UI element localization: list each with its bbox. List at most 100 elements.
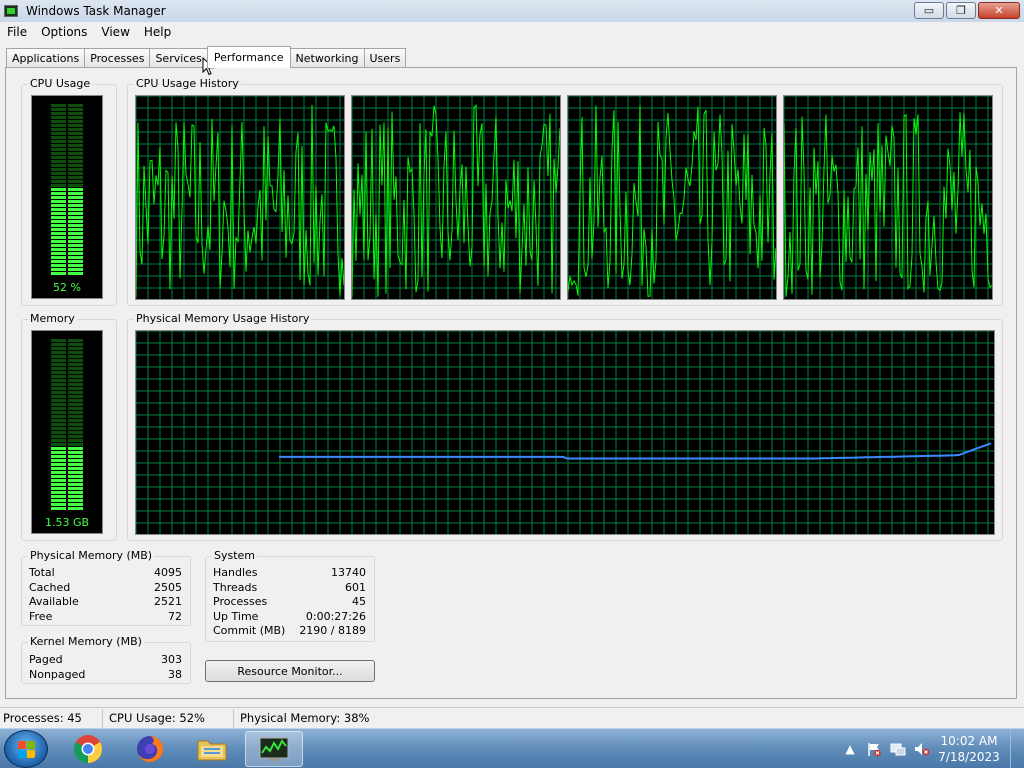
maximize-button[interactable]: ❐ — [946, 2, 976, 19]
status-physical-memory: Physical Memory: 38% — [240, 711, 370, 725]
stat-value: 0:00:27:26 — [305, 610, 366, 623]
task-manager-icon — [4, 5, 18, 17]
show-hidden-icons-icon[interactable]: ▲ — [842, 741, 858, 757]
cpu-history-group: CPU Usage History — [127, 78, 1003, 306]
stat-row-free: Free 72 — [29, 610, 182, 624]
cpu-usage-gauge: 52 % — [31, 95, 103, 299]
volume-muted-icon[interactable] — [914, 741, 930, 757]
stat-label: Processes — [213, 595, 268, 608]
stat-row-commit: Commit (MB) 2190 / 8189 — [213, 624, 366, 638]
clock-time: 10:02 AM — [940, 734, 998, 748]
windows-logo-icon — [18, 741, 36, 759]
stat-label: Commit (MB) — [213, 624, 286, 637]
physical-memory-title: Physical Memory (MB) — [28, 549, 155, 562]
performance-panel: CPU Usage 52 % CPU Usage History Memory … — [5, 67, 1017, 699]
stat-row-available: Available 2521 — [29, 595, 182, 609]
kernel-memory-title: Kernel Memory (MB) — [28, 635, 144, 648]
stat-value: 303 — [161, 653, 182, 666]
cpu-history-graph-core-3 — [567, 95, 777, 300]
stat-label: Free — [29, 610, 53, 623]
system-title: System — [212, 549, 258, 562]
stat-row-handles: Handles 13740 — [213, 566, 366, 580]
memory-title: Memory — [28, 312, 77, 325]
title-bar: Windows Task Manager ▭ ❐ ✕ — [0, 0, 1024, 22]
taskbar-chrome[interactable] — [59, 731, 117, 767]
taskbar-clock[interactable]: 10:02 AM 7/18/2023 — [934, 733, 1004, 765]
stat-label: Handles — [213, 566, 258, 579]
memory-gauge: 1.53 GB — [31, 330, 103, 534]
resource-monitor-button[interactable]: Resource Monitor... — [205, 660, 375, 682]
start-button[interactable] — [4, 730, 48, 768]
status-cpu-usage: CPU Usage: 52% — [103, 708, 234, 728]
stat-row-threads: Threads 601 — [213, 581, 366, 595]
system-tray: ▲ 10:02 AM 7/18/2023 — [838, 729, 1024, 768]
cpu-usage-title: CPU Usage — [28, 77, 93, 90]
stat-row-total: Total 4095 — [29, 566, 182, 580]
file-explorer-icon — [197, 740, 227, 761]
cpu-history-title: CPU Usage History — [134, 77, 241, 90]
stat-value: 13740 — [331, 566, 366, 579]
minimize-button[interactable]: ▭ — [914, 2, 944, 19]
memory-history-graph — [135, 330, 995, 535]
menu-help[interactable]: Help — [137, 25, 178, 39]
stat-label: Nonpaged — [29, 668, 86, 681]
stat-value: 4095 — [154, 566, 182, 579]
memory-history-group: Physical Memory Usage History — [127, 313, 1003, 541]
taskbar-file-explorer[interactable] — [183, 731, 241, 767]
stat-value: 2521 — [154, 595, 182, 608]
stat-value: 2190 / 8189 — [299, 624, 366, 637]
chrome-icon — [74, 735, 102, 763]
action-center-flag-icon[interactable] — [866, 741, 882, 757]
stat-value: 72 — [168, 610, 182, 623]
stat-row-cached: Cached 2505 — [29, 581, 182, 595]
cpu-usage-value: 52 % — [53, 281, 81, 294]
network-icon[interactable] — [890, 741, 906, 757]
firefox-icon — [137, 736, 163, 762]
tab-users[interactable]: Users — [363, 48, 407, 68]
stat-row-nonpaged: Nonpaged 38 — [29, 668, 182, 682]
tab-processes[interactable]: Processes — [84, 48, 151, 68]
stat-row-paged: Paged 303 — [29, 653, 182, 667]
menu-options[interactable]: Options — [34, 25, 94, 39]
clock-date: 7/18/2023 — [938, 750, 1000, 764]
stat-label: Threads — [213, 581, 258, 594]
taskbar-task-manager[interactable] — [245, 731, 303, 767]
stat-value: 601 — [345, 581, 366, 594]
task-manager-icon — [259, 737, 289, 761]
memory-value: 1.53 GB — [44, 516, 90, 529]
memory-history-title: Physical Memory Usage History — [134, 312, 312, 325]
stat-label: Paged — [29, 653, 63, 666]
taskbar-firefox[interactable] — [121, 731, 179, 767]
stat-label: Cached — [29, 581, 71, 594]
cpu-history-graph-core-1 — [135, 95, 345, 300]
menu-file[interactable]: File — [0, 25, 34, 39]
tab-performance[interactable]: Performance — [206, 46, 291, 68]
stat-row-up-time: Up Time 0:00:27:26 — [213, 610, 366, 624]
menu-view[interactable]: View — [94, 25, 136, 39]
taskbar: ▲ 10:02 AM 7/18/2023 — [0, 728, 1024, 768]
tab-networking[interactable]: Networking — [289, 48, 365, 68]
stat-row-processes: Processes 45 — [213, 595, 366, 609]
kernel-memory-group: Kernel Memory (MB) Paged 303 Nonpaged 38 — [21, 636, 191, 684]
cpu-history-graph-core-4 — [783, 95, 993, 300]
stat-label: Total — [29, 566, 55, 579]
menu-bar: File Options View Help — [0, 22, 1024, 42]
window-title: Windows Task Manager — [26, 4, 166, 18]
close-button[interactable]: ✕ — [978, 2, 1020, 19]
status-bar: Processes: 45 CPU Usage: 52% Physical Me… — [0, 707, 1024, 728]
stat-value: 45 — [352, 595, 366, 608]
cpu-usage-group: CPU Usage 52 % — [21, 78, 117, 306]
window-controls: ▭ ❐ ✕ — [914, 2, 1020, 19]
memory-group: Memory 1.53 GB — [21, 313, 117, 541]
stat-label: Available — [29, 595, 79, 608]
status-processes: Processes: 45 — [0, 708, 103, 728]
system-group: System Handles 13740 Threads 601 Process… — [205, 550, 375, 642]
tab-services[interactable]: Services — [149, 48, 208, 68]
tab-applications[interactable]: Applications — [6, 48, 86, 68]
stat-label: Up Time — [213, 610, 259, 623]
show-desktop-button[interactable] — [1010, 729, 1024, 768]
physical-memory-group: Physical Memory (MB) Total 4095 Cached 2… — [21, 550, 191, 626]
cpu-history-graph-core-2 — [351, 95, 561, 300]
stat-value: 2505 — [154, 581, 182, 594]
stat-value: 38 — [168, 668, 182, 681]
